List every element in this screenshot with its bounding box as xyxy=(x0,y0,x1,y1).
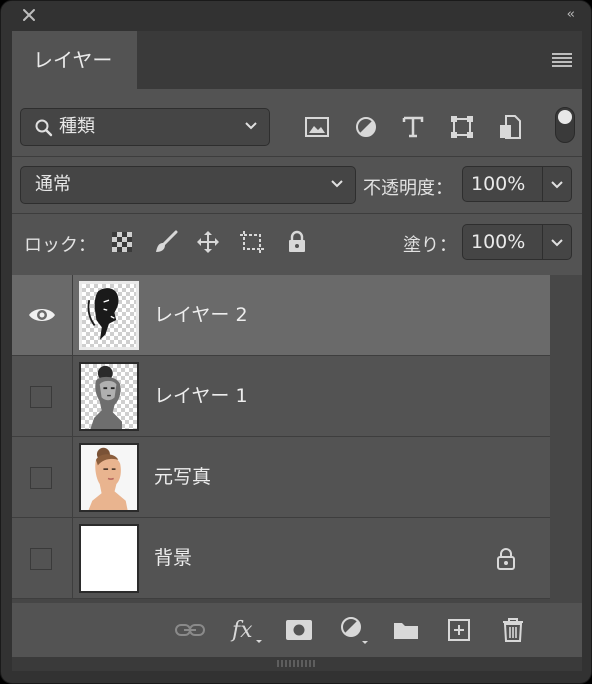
divider xyxy=(12,156,582,157)
close-icon[interactable] xyxy=(21,7,37,23)
filter-kind-label: 種類 xyxy=(59,116,95,137)
tab-layers[interactable]: レイヤー xyxy=(12,31,137,89)
divider xyxy=(542,225,543,259)
layer-thumbnail[interactable] xyxy=(79,443,139,512)
layer-row[interactable]: 背景 xyxy=(12,518,550,599)
trash-icon[interactable] xyxy=(502,618,524,642)
visibility-toggle[interactable] xyxy=(30,467,52,489)
filter-kind-dropdown[interactable]: 種類 xyxy=(20,108,270,146)
lock-all-icon[interactable] xyxy=(287,230,307,254)
shape-filter-icon[interactable] xyxy=(450,115,474,139)
visibility-toggle[interactable] xyxy=(30,386,52,408)
panel-title-bar: ‹‹ xyxy=(1,1,591,31)
scrollbar[interactable] xyxy=(550,275,582,603)
opacity-label: 不透明度： xyxy=(363,178,453,199)
layers-list: レイヤー 2 レイヤー 1 元写真 背景 xyxy=(12,275,582,603)
layer-name[interactable]: レイヤー 2 xyxy=(154,275,248,356)
link-layers-icon[interactable] xyxy=(175,622,205,638)
layer-row[interactable]: レイヤー 1 xyxy=(12,356,550,437)
fill-value: 100% xyxy=(471,231,526,253)
layer-thumbnail[interactable] xyxy=(79,362,139,431)
layer-name[interactable]: 背景 xyxy=(154,518,192,599)
add-mask-icon[interactable] xyxy=(286,620,312,640)
visibility-column xyxy=(12,437,73,517)
panel-body: レイヤー 種類 通常 不透明度： 100% ロック： 塗り： 100% レイヤー… xyxy=(12,31,582,671)
fill-label: 塗り： xyxy=(403,235,457,256)
layer-thumbnail[interactable] xyxy=(79,524,139,593)
chevron-down-icon[interactable] xyxy=(551,239,563,247)
new-layer-icon[interactable] xyxy=(448,619,470,641)
eye-icon[interactable] xyxy=(28,305,56,325)
lock-artboard-icon[interactable] xyxy=(239,230,265,254)
image-filter-icon[interactable] xyxy=(305,117,329,137)
opacity-field[interactable]: 100% xyxy=(462,166,572,202)
visibility-toggle[interactable] xyxy=(30,548,52,570)
layer-name[interactable]: 元写真 xyxy=(154,437,211,518)
new-group-icon[interactable] xyxy=(393,620,419,640)
lock-icon[interactable] xyxy=(496,548,516,570)
filter-toggle-switch[interactable] xyxy=(555,107,575,143)
adjustment-filter-icon[interactable] xyxy=(355,116,377,138)
tab-bar: レイヤー xyxy=(12,31,582,89)
portrait-photo-image xyxy=(81,445,137,510)
fill-field[interactable]: 100% xyxy=(462,224,572,260)
layers-panel: ‹‹ レイヤー 種類 通常 不透明度： 100% ロック： 塗り： 100% レ… xyxy=(0,0,592,684)
layer-effects-icon[interactable]: fx xyxy=(230,615,264,645)
search-icon xyxy=(35,119,53,137)
layer-thumbnail[interactable] xyxy=(79,281,139,350)
lock-transparent-pixels-icon[interactable] xyxy=(112,232,132,252)
svg-text:fx: fx xyxy=(230,618,253,643)
chevron-down-icon[interactable] xyxy=(551,181,563,189)
divider xyxy=(542,167,543,201)
blend-mode-dropdown[interactable]: 通常 xyxy=(20,166,356,204)
lock-image-pixels-icon[interactable] xyxy=(154,230,178,254)
portrait-halftone-image xyxy=(90,365,122,429)
visibility-column xyxy=(12,356,73,436)
opacity-value: 100% xyxy=(471,173,526,195)
adjustment-layer-icon[interactable] xyxy=(339,615,369,645)
collapse-panel-icon[interactable]: ‹‹ xyxy=(567,7,576,22)
visibility-column xyxy=(12,518,73,598)
grip-lines-icon xyxy=(277,660,315,667)
layer-row[interactable]: レイヤー 2 xyxy=(12,275,550,356)
type-filter-icon[interactable] xyxy=(402,116,424,138)
bottom-toolbar: fx xyxy=(12,603,582,657)
blend-mode-label: 通常 xyxy=(35,174,71,195)
smart-object-filter-icon[interactable] xyxy=(499,115,521,139)
panel-menu-icon[interactable] xyxy=(552,52,572,68)
chevron-down-icon xyxy=(331,180,343,188)
visibility-column xyxy=(12,275,73,355)
layer-row[interactable]: 元写真 xyxy=(12,437,550,518)
lock-position-icon[interactable] xyxy=(196,230,220,254)
resize-grip[interactable] xyxy=(12,657,582,671)
divider xyxy=(12,213,582,214)
portrait-sketch-image xyxy=(87,288,119,340)
filter-toggle-knob xyxy=(558,110,572,124)
chevron-down-icon xyxy=(245,122,257,130)
lock-label: ロック： xyxy=(24,235,96,256)
layer-name[interactable]: レイヤー 1 xyxy=(154,356,248,437)
